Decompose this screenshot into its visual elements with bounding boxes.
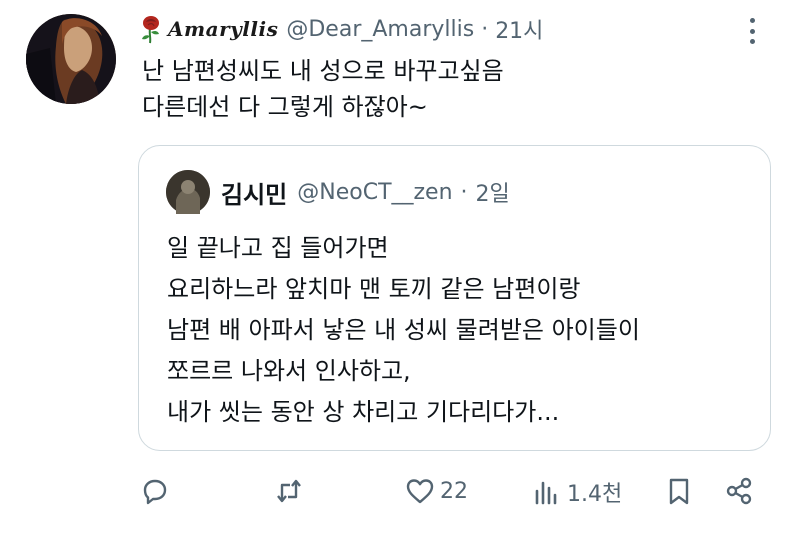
bookmark-icon — [669, 478, 689, 505]
tweet-header: Amaryllis @Dear_Amaryllis · 21시 — [136, 12, 543, 46]
reply-button[interactable] — [140, 476, 170, 506]
quoted-tweet[interactable]: 김시민 @NeoCT__zen · 2일 일 끝나고 집 들어가면 요리하느라 … — [138, 145, 771, 451]
like-button[interactable]: 22 — [405, 476, 468, 506]
separator-dot: · — [481, 16, 489, 42]
quoted-user-handle[interactable]: @NeoCT__zen — [297, 180, 452, 205]
reply-icon — [143, 479, 167, 505]
more-icon[interactable] — [745, 18, 759, 44]
heart-icon — [406, 479, 434, 504]
views-button[interactable]: 1.4천 — [532, 476, 622, 508]
action-bar: 22 1.4천 — [0, 470, 800, 518]
views-icon — [535, 481, 557, 505]
share-button[interactable] — [724, 476, 754, 506]
tweet-text: 난 남편성씨도 내 성으로 바꾸고싶음 다른데선 다 그렇게 하잖아~ — [142, 57, 504, 121]
quoted-display-name[interactable]: 김시민 — [221, 175, 287, 210]
views-count: 1.4천 — [567, 482, 623, 507]
share-icon — [726, 477, 752, 505]
quoted-timestamp[interactable]: 2일 — [476, 176, 510, 208]
rose-icon — [142, 16, 159, 44]
like-count: 22 — [440, 478, 468, 504]
quoted-avatar[interactable] — [166, 170, 210, 214]
display-name[interactable]: Amaryllis — [168, 17, 278, 41]
separator-dot: · — [460, 179, 468, 205]
user-handle[interactable]: @Dear_Amaryllis — [286, 17, 474, 42]
tweet[interactable]: Amaryllis @Dear_Amaryllis · 21시 난 남편성씨도 … — [0, 0, 800, 534]
avatar[interactable] — [26, 14, 116, 104]
retweet-button[interactable] — [274, 476, 304, 506]
timestamp[interactable]: 21시 — [495, 13, 543, 45]
retweet-icon — [277, 479, 301, 503]
quoted-header: 김시민 @NeoCT__zen · 2일 — [221, 172, 510, 212]
bookmark-button[interactable] — [664, 476, 694, 506]
quoted-text: 일 끝나고 집 들어가면 요리하느라 앞치마 맨 토끼 같은 남편이랑 남편 배… — [167, 234, 640, 426]
